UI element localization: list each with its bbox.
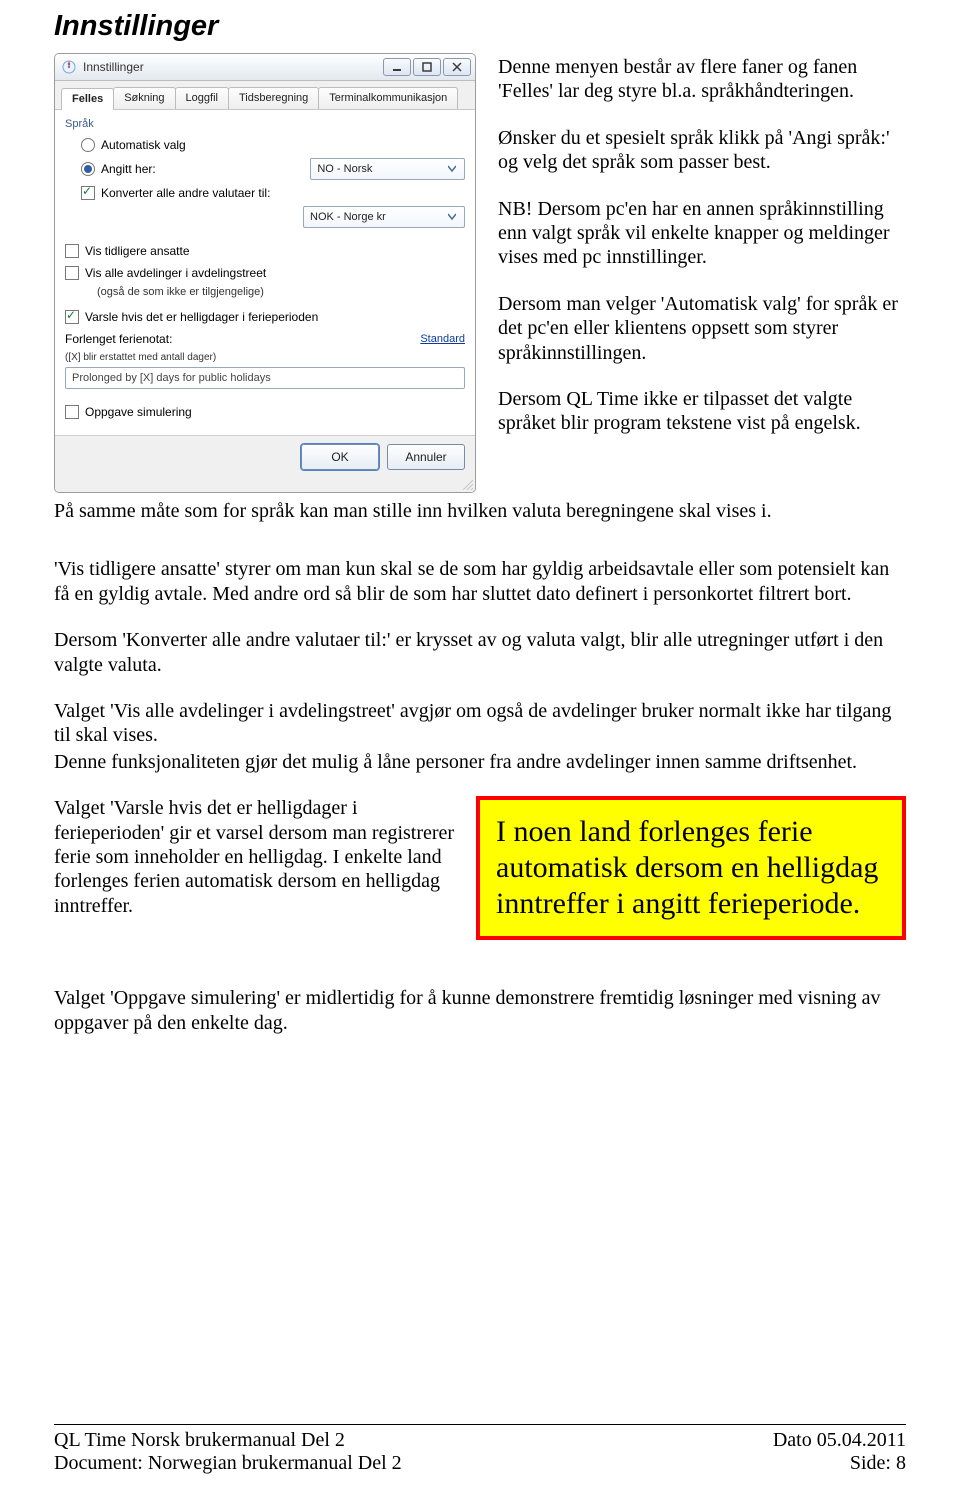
prolong-sublabel: ([X] blir erstattet med antall dager) [65,352,465,363]
language-value: NO - Norsk [317,163,372,175]
footer-rule [54,1424,906,1425]
check-all-depts[interactable] [65,266,79,280]
standard-link[interactable]: Standard [420,333,465,345]
paragraph: Denne funksjonaliteten gjør det mulig å … [54,750,906,774]
tab-sokning[interactable]: Søkning [113,87,175,109]
check-all-depts-sublabel: (også de som ikke er tilgjengelige) [97,286,465,298]
resize-grip[interactable] [55,478,475,492]
paragraph: Dersom man velger 'Automatisk valg' for … [498,292,906,365]
check-former-employees[interactable] [65,244,79,258]
dialog-tabs: Felles Søkning Loggfil Tidsberegning Ter… [55,81,475,110]
check-convert-currency[interactable] [81,186,95,200]
footer-right-2: Side: 8 [850,1452,906,1475]
currency-dropdown[interactable]: NOK - Norge kr [303,206,465,228]
intro-text: Denne menyen består av flere faner og fa… [498,53,906,499]
footer-left-1: QL Time Norsk brukermanual Del 2 [54,1429,345,1452]
paragraph: 'Vis tidligere ansatte' styrer om man ku… [54,557,906,606]
dialog-title: Innstillinger [83,60,144,74]
prolong-textbox[interactable]: Prolonged by [X] days for public holiday… [65,367,465,389]
paragraph: Ønsker du et spesielt språk klikk på 'An… [498,126,906,175]
paragraph: Valget 'Vis alle avdelinger i avdelingst… [54,699,906,748]
group-language-label: Språk [65,118,465,130]
footer-right-1: Dato 05.04.2011 [773,1429,906,1452]
radio-automatic[interactable] [81,138,95,152]
paragraph: Denne menyen består av flere faner og fa… [498,55,906,104]
ok-button[interactable]: OK [301,444,379,470]
chevron-down-icon [444,213,460,221]
page-title: Innstillinger [54,10,906,43]
prolong-label: Forlenget ferienotat: [65,332,172,346]
page-footer: QL Time Norsk brukermanual Del 2 Dato 05… [54,1424,906,1475]
settings-dialog: Innstillinger F [54,53,476,493]
paragraph: Dersom 'Konverter alle andre valutaer ti… [54,628,906,677]
check-convert-currency-label: Konverter alle andre valutaer til: [101,186,270,200]
radio-specified-label: Angitt her: [101,162,156,176]
check-all-depts-label: Vis alle avdelinger i avdelingstreet [85,266,266,280]
language-dropdown[interactable]: NO - Norsk [310,158,465,180]
maximize-button[interactable] [413,58,441,76]
paragraph: Valget 'Varsle hvis det er helligdager i… [54,796,456,918]
paragraph: NB! Dersom pc'en har en annen språkinnst… [498,197,906,270]
check-former-employees-label: Vis tidligere ansatte [85,244,190,258]
check-task-sim-label: Oppgave simulering [85,405,192,419]
minimize-button[interactable] [383,58,411,76]
paragraph: Valget 'Oppgave simulering' er midlertid… [54,986,906,1035]
check-holiday-warn-label: Varsle hvis det er helligdager i feriepe… [85,310,318,324]
settings-icon [61,59,77,75]
titlebar: Innstillinger [55,54,475,81]
callout-text: I noen land forlenges ferie automatisk d… [496,814,886,922]
close-button[interactable] [443,58,471,76]
radio-specified[interactable] [81,162,95,176]
tab-felles[interactable]: Felles [61,88,114,110]
tab-tidsberegning[interactable]: Tidsberegning [228,87,319,109]
prolong-value: Prolonged by [X] days for public holiday… [72,372,271,384]
paragraph: Dersom QL Time ikke er tilpasset det val… [498,387,906,436]
currency-value: NOK - Norge kr [310,211,386,223]
radio-automatic-label: Automatisk valg [101,138,186,152]
check-holiday-warn[interactable] [65,310,79,324]
callout-box: I noen land forlenges ferie automatisk d… [476,796,906,940]
tab-loggfil[interactable]: Loggfil [175,87,229,109]
paragraph: På samme måte som for språk kan man stil… [54,499,906,523]
cancel-button[interactable]: Annuler [387,444,465,470]
chevron-down-icon [444,165,460,173]
tab-terminal[interactable]: Terminalkommunikasjon [318,87,458,109]
check-task-sim[interactable] [65,405,79,419]
footer-left-2: Document: Norwegian brukermanual Del 2 [54,1452,402,1475]
